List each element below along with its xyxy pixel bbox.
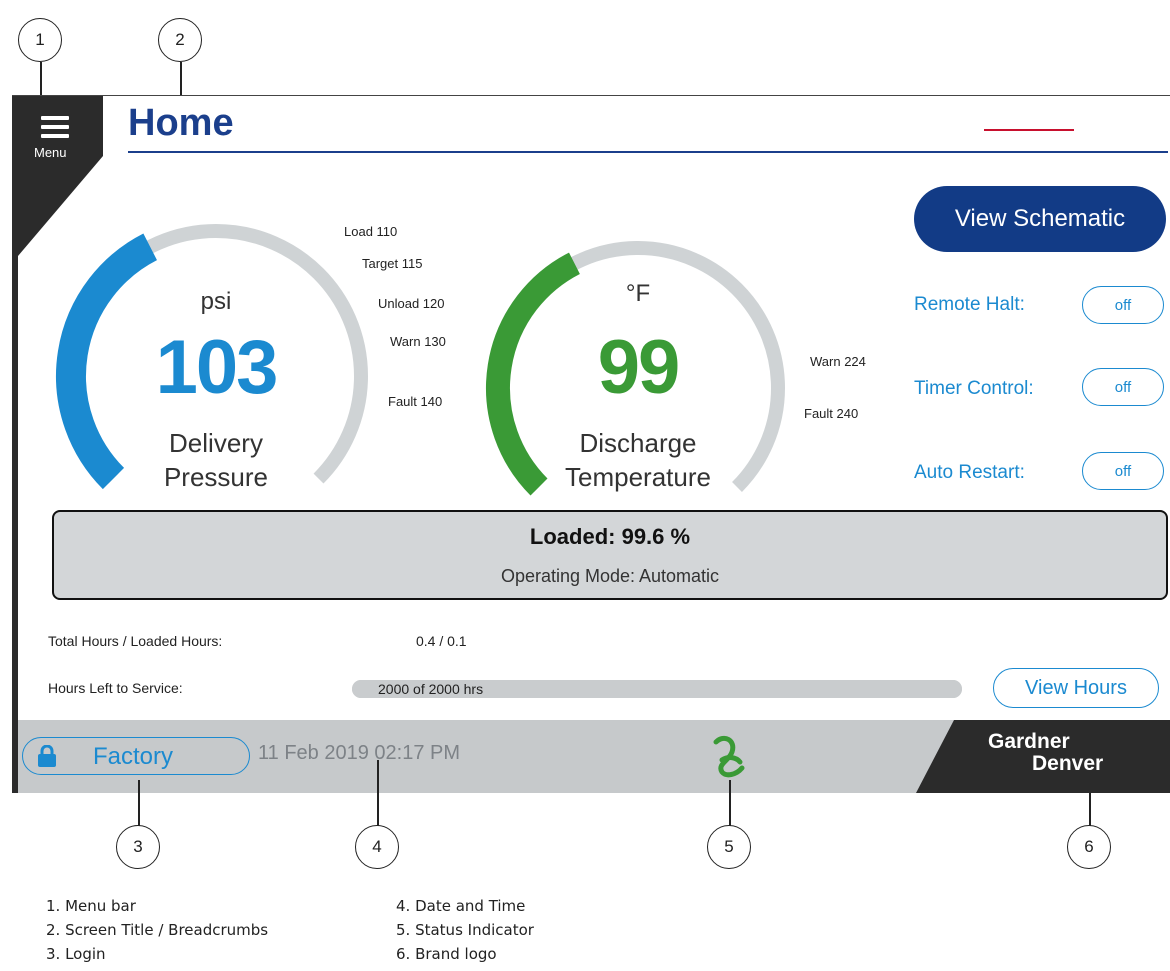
pressure-label-line1: Delivery — [169, 428, 263, 458]
callout-4-leader — [377, 760, 379, 826]
service-progress-bar: 2000 of 2000 hrs — [352, 680, 962, 698]
legend-item: 2. Screen Title / Breadcrumbs — [46, 921, 269, 939]
tick-fault-temperature: Fault 240 — [804, 406, 859, 421]
pressure-value: 103 — [155, 325, 279, 410]
callout-1: 1 — [18, 18, 62, 62]
callout-2: 2 — [158, 18, 202, 62]
date-time: 11 Feb 2019 02:17 PM — [258, 742, 460, 764]
remote-halt-label: Remote Halt: — [914, 294, 1025, 315]
callout-3-leader — [138, 780, 140, 828]
pressure-label-line2: Pressure — [163, 462, 269, 492]
auto-restart-toggle[interactable]: off — [1082, 452, 1164, 490]
lock-icon — [38, 745, 56, 767]
temperature-label-line1: Discharge — [579, 428, 697, 458]
total-hours-label: Total Hours / Loaded Hours: — [48, 633, 223, 649]
status-indicator-icon — [713, 735, 745, 778]
callout-6: 6 — [1067, 825, 1111, 869]
legend-item: 3. Login — [46, 945, 106, 963]
operating-mode: Operating Mode: Automatic — [500, 566, 720, 586]
auto-restart-label: Auto Restart: — [914, 462, 1025, 483]
loaded-percentage: Loaded: 99.6 % — [529, 524, 691, 549]
legend-item: 4. Date and Time — [396, 897, 526, 915]
login-button[interactable]: Factory — [22, 737, 250, 775]
pressure-unit: psi — [200, 288, 232, 315]
brand-logo-stripe — [984, 129, 1074, 131]
service-hours-label: Hours Left to Service: — [48, 680, 183, 696]
legend-item: 5. Status Indicator — [396, 921, 534, 939]
tick-warn-pressure: Warn 130 — [390, 334, 446, 349]
timer-control-toggle[interactable]: off — [1082, 368, 1164, 406]
tick-fault-pressure: Fault 140 — [388, 394, 443, 409]
legend-item: 1. Menu bar — [46, 897, 136, 915]
temperature-label-line2: Temperature — [565, 462, 711, 492]
tick-warn-temperature: Warn 224 — [810, 354, 866, 369]
callout-3: 3 — [116, 825, 160, 869]
callout-6-leader — [1089, 793, 1091, 826]
hmi-screen: Menu Home psi 103 Delivery Pressure Load… — [12, 96, 1170, 793]
legend-column-1: 1. Menu bar 2. Screen Title / Breadcrumb… — [46, 894, 268, 966]
view-schematic-button[interactable]: View Schematic — [914, 186, 1166, 252]
remote-halt-toggle[interactable]: off — [1082, 286, 1164, 324]
timer-control-label: Timer Control: — [914, 378, 1034, 399]
temperature-unit: °F — [625, 280, 651, 307]
callout-5: 5 — [707, 825, 751, 869]
total-hours-value: 0.4 / 0.1 — [416, 633, 467, 649]
tick-unload: Unload 120 — [378, 296, 445, 311]
login-user: Factory — [93, 743, 174, 770]
brand-logo-line1: Gardner — [988, 730, 1070, 753]
tick-load: Load 110 — [344, 224, 398, 239]
operating-status-panel: Loaded: 99.6 % Operating Mode: Automatic — [52, 510, 1168, 600]
callout-5-leader — [729, 780, 731, 826]
brand-logo-line2: Denver — [1032, 752, 1104, 775]
legend-item: 6. Brand logo — [396, 945, 497, 963]
temperature-value: 99 — [597, 325, 681, 410]
callout-4: 4 — [355, 825, 399, 869]
view-hours-button[interactable]: View Hours — [993, 668, 1159, 708]
service-hours-value: 2000 of 2000 hrs — [378, 681, 484, 697]
tick-target: Target 115 — [362, 256, 423, 271]
legend-column-2: 4. Date and Time 5. Status Indicator 6. … — [396, 894, 534, 966]
